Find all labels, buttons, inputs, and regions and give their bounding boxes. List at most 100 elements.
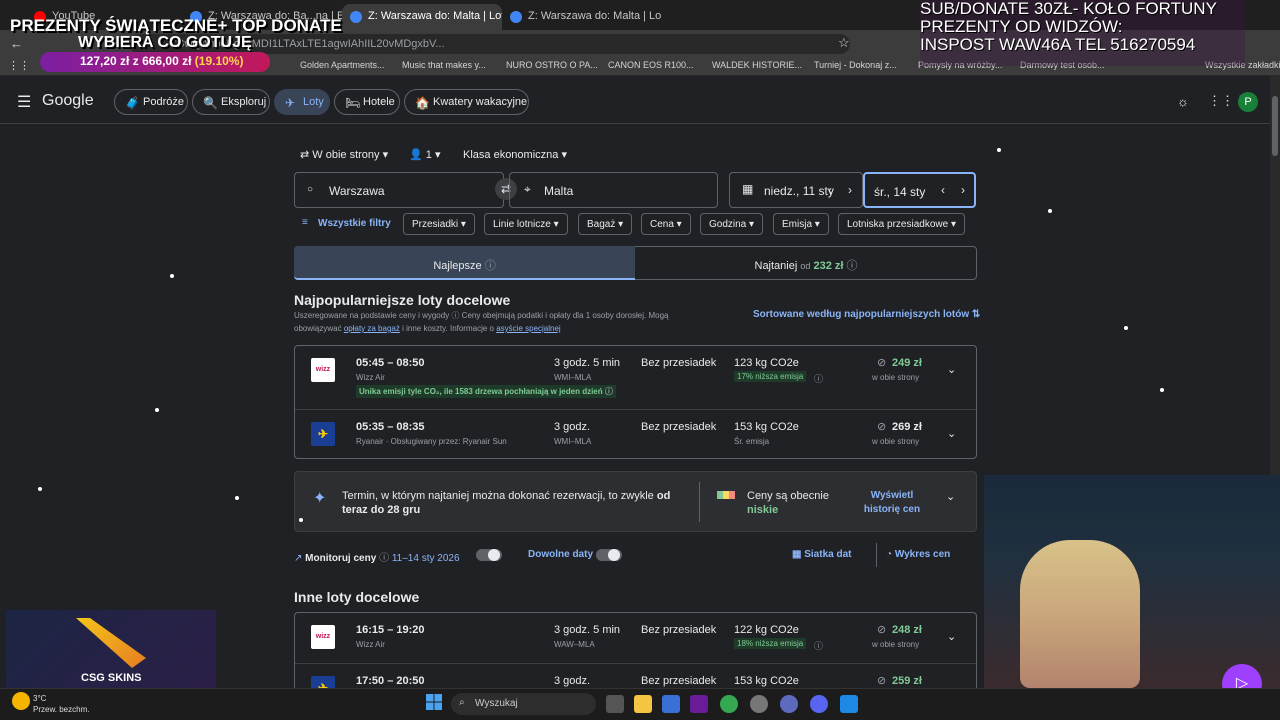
- price-graph-button[interactable]: ◔ Wykres cen: [886, 549, 950, 560]
- filter-chip[interactable]: Cena ▾: [641, 213, 691, 235]
- depart-date-field[interactable]: ▦ niedz., 11 sty ‹ ›: [729, 172, 863, 208]
- snow-particle: [235, 496, 239, 500]
- snow-particle: [155, 408, 159, 412]
- price-history-link[interactable]: Wyświetl historię cen: [852, 489, 932, 517]
- flight-row[interactable]: ✈ 17:50 – 20:50 3 godz. Bez przesiadek 1…: [295, 663, 976, 688]
- chevron-right-icon[interactable]: ›: [848, 183, 852, 197]
- section-title: Inne loty docelowe: [294, 589, 420, 605]
- tab-flights-malta-2[interactable]: Z: Warszawa do: Malta | Lo: [502, 4, 662, 30]
- filter-chip[interactable]: Przesiadki ▾: [403, 213, 475, 235]
- plane-icon: ✈: [285, 96, 296, 110]
- search-icon: ⌕: [459, 697, 465, 708]
- app-icon[interactable]: [690, 695, 708, 713]
- nav-podroze[interactable]: 🧳 Podróże: [114, 89, 188, 115]
- chevron-left-icon[interactable]: ‹: [828, 183, 832, 197]
- divider: [699, 482, 700, 522]
- info-icon[interactable]: ⓘ: [814, 372, 823, 385]
- nav-kwatery[interactable]: 🏠 Kwatery wakacyjne: [404, 89, 529, 115]
- any-dates-toggle[interactable]: [596, 549, 622, 561]
- avatar[interactable]: P: [1238, 92, 1258, 112]
- discord-icon[interactable]: [810, 695, 828, 713]
- knife-image: [76, 618, 146, 668]
- bookmark[interactable]: Turniej - Dokonaj z...: [814, 60, 897, 70]
- tab-cheapest[interactable]: Najtaniej od 232 zł ⓘ: [635, 246, 977, 280]
- file-explorer-icon[interactable]: [634, 695, 652, 713]
- all-filters-button[interactable]: ≡ Wszystkie filtry: [294, 213, 399, 235]
- return-date-field[interactable]: śr., 14 sty ‹ ›: [863, 172, 976, 208]
- flight-row[interactable]: wizz 16:15 – 19:20 Wizz Air 3 godz. 5 mi…: [295, 613, 976, 663]
- house-icon: 🏠: [415, 96, 430, 110]
- filter-chip[interactable]: Linie lotnicze ▾: [484, 213, 568, 235]
- co2-note: Śr. emisja: [734, 437, 770, 446]
- notepad-icon[interactable]: [840, 695, 858, 713]
- suitcase-icon: 🧳: [125, 96, 140, 110]
- passengers-select[interactable]: 👤 1 ▾: [409, 148, 440, 161]
- csgo-label: CSG SKINS: [81, 672, 142, 684]
- bookmark[interactable]: Music that makes y...: [402, 60, 486, 70]
- booking-insight-box: ✦ Termin, w którym najtaniej można dokon…: [294, 471, 977, 532]
- track-dates-toggle[interactable]: [476, 549, 502, 561]
- nav-loty[interactable]: ✈ Loty: [274, 89, 330, 115]
- google-logo[interactable]: Google: [42, 92, 94, 110]
- snow-particle: [1124, 326, 1128, 330]
- theme-icon[interactable]: ☼: [1177, 94, 1189, 109]
- snow-particle: [299, 518, 303, 522]
- star-icon[interactable]: ☆: [838, 35, 850, 51]
- bookmark[interactable]: CANON EOS R100...: [608, 60, 694, 70]
- cabin-class-select[interactable]: Klasa ekonomiczna ▾: [463, 148, 567, 161]
- csgo-skins-overlay: CSG SKINS: [6, 610, 216, 688]
- scrollbar-thumb[interactable]: [1272, 96, 1278, 156]
- task-view-icon[interactable]: [606, 695, 624, 713]
- flight-row[interactable]: ✈ 05:35 – 08:35 Ryanair · Obsługiwany pr…: [295, 409, 976, 459]
- person-icon: 👤: [409, 149, 423, 161]
- chrome-icon[interactable]: [720, 695, 738, 713]
- expand-chevron-icon[interactable]: ⌄: [947, 427, 956, 440]
- eco-note: Unika emisji tyle CO₂, ile 1583 drzewa p…: [356, 385, 616, 398]
- price-level-icon: [717, 491, 735, 499]
- filter-chip[interactable]: Bagaż ▾: [578, 213, 633, 235]
- tab-best[interactable]: Najlepsze ⓘ: [294, 246, 635, 280]
- info-icon[interactable]: ⓘ: [846, 260, 857, 272]
- snow-particle: [170, 274, 174, 278]
- settings-icon[interactable]: [750, 695, 768, 713]
- origin-field[interactable]: ○ Warszawa: [294, 172, 504, 208]
- calendar-icon: ▦: [742, 182, 754, 196]
- expand-chevron-icon[interactable]: ⌄: [947, 630, 956, 643]
- expand-chevron-icon[interactable]: ⌄: [946, 490, 955, 503]
- info-icon: ⓘ: [379, 553, 390, 564]
- no-bag-icon: ⊘: [877, 624, 887, 636]
- trend-icon: ↗: [294, 553, 303, 564]
- app-icon[interactable]: [780, 695, 798, 713]
- expand-chevron-icon[interactable]: ⌄: [947, 363, 956, 376]
- filter-chip[interactable]: Godzina ▾: [700, 213, 764, 235]
- destination-field[interactable]: ⌖ Malta: [509, 172, 718, 208]
- trip-type-select[interactable]: ⇄ W obie strony ▾: [300, 148, 388, 161]
- grid-icon: ▦: [792, 549, 802, 560]
- filter-chip[interactable]: Emisja ▾: [773, 213, 829, 235]
- menu-icon[interactable]: ☰: [17, 92, 31, 112]
- bookmark[interactable]: NURO OSTRO O PA...: [506, 60, 598, 70]
- weather-widget[interactable]: 3°C Przew. bezchm.: [33, 693, 89, 715]
- bed-icon: 🛏: [345, 96, 361, 110]
- tab-flights-malta-active[interactable]: Z: Warszawa do: Malta | Loty G: [342, 4, 502, 30]
- baggage-fees-link[interactable]: opłaty za bagaż: [344, 324, 400, 333]
- flight-row[interactable]: wizz 05:45 – 08:50 Wizz Air Unika emisji…: [295, 346, 976, 409]
- nav-eksploruj[interactable]: 🔍 Eksploruj: [192, 89, 270, 115]
- sort-order-link[interactable]: Sortowane według najpopularniejszych lot…: [753, 309, 980, 320]
- snow-particle: [997, 148, 1001, 152]
- bookmark[interactable]: WALDEK HISTORIE...: [712, 60, 802, 70]
- weather-icon[interactable]: [12, 692, 30, 710]
- chevron-left-icon[interactable]: ‹: [941, 183, 945, 197]
- taskbar-search[interactable]: ⌕ Wyszukaj: [451, 693, 596, 715]
- section-title: Najpopularniejsze loty docelowe: [294, 292, 511, 308]
- date-grid-button[interactable]: ▦ Siatka dat: [792, 549, 851, 560]
- store-icon[interactable]: [662, 695, 680, 713]
- no-bag-icon: ⊘: [877, 357, 887, 369]
- assistance-link[interactable]: asyście specjalnej: [496, 324, 560, 333]
- chevron-right-icon[interactable]: ›: [961, 183, 965, 197]
- info-icon[interactable]: ⓘ: [814, 639, 823, 652]
- nav-hotele[interactable]: 🛏 Hotele: [334, 89, 400, 115]
- price-tracking: ↗ Monitoruj ceny ⓘ 11–14 sty 2026: [294, 553, 460, 564]
- info-icon[interactable]: ⓘ: [485, 260, 496, 272]
- filter-chip[interactable]: Lotniska przesiadkowe ▾: [838, 213, 965, 235]
